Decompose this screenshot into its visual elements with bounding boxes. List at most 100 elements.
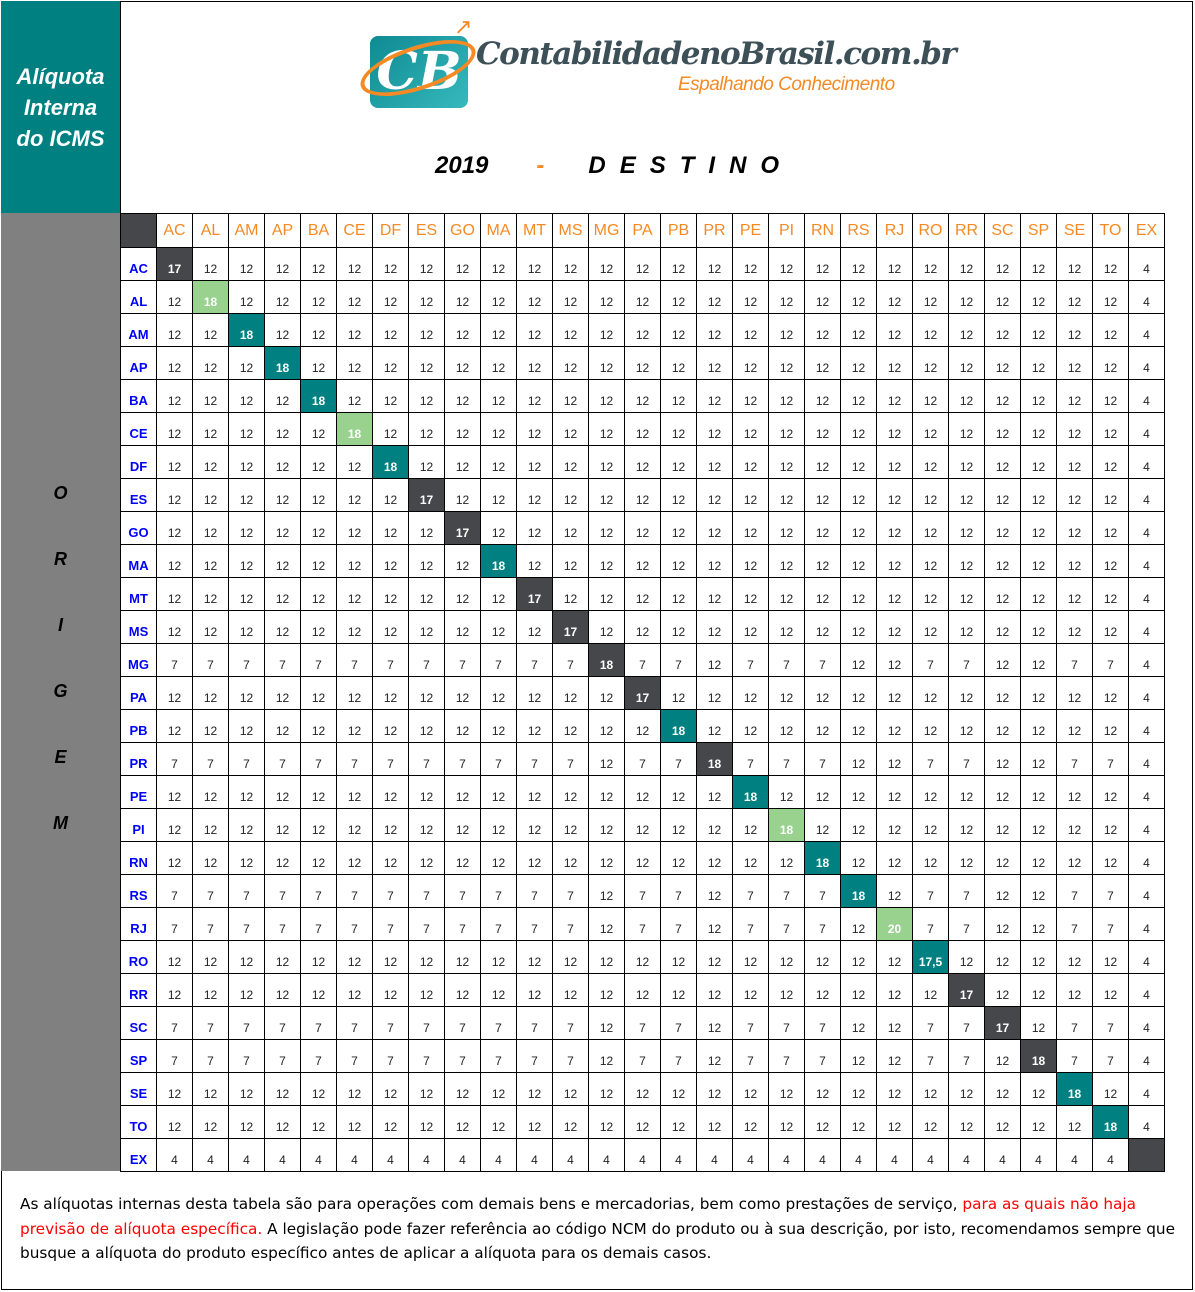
rate-cell: 12 xyxy=(624,1072,661,1106)
row-header-df: DF xyxy=(120,445,157,479)
rate-cell: 12 xyxy=(516,973,553,1007)
rate-cell: 12 xyxy=(480,841,517,875)
table-row: RS 7 7 7 7 7 7 7 7 7 7 7 7 12 7 7 12 7 7 7 18 12 7 7 12 12 7 7 4 xyxy=(120,874,1165,908)
row-header-rj: RJ xyxy=(120,907,157,941)
rate-cell: 12 xyxy=(588,313,625,347)
rate-cell: 12 xyxy=(768,346,805,380)
rate-cell: 12 xyxy=(768,544,805,578)
rate-cell: 12 xyxy=(372,280,409,314)
rate-cell: 7 xyxy=(192,1039,229,1073)
rate-cell: 12 xyxy=(1056,610,1093,644)
rate-cell: 12 xyxy=(660,379,697,413)
rate-cell: 12 xyxy=(408,940,445,974)
rate-cell: 12 xyxy=(264,1072,301,1106)
table-row: BA 12 12 12 12 18 12 12 12 12 12 12 12 12 12 12 12 12 12 12… xyxy=(120,379,1165,413)
rate-cell: 12 xyxy=(732,412,769,446)
rate-cell: 12 xyxy=(588,808,625,842)
rate-cell: 12 xyxy=(588,709,625,743)
rate-cell: 12 xyxy=(588,1072,625,1106)
rate-cell: 12 xyxy=(264,973,301,1007)
rate-cell: 4 xyxy=(1128,577,1165,611)
rate-cell: 12 xyxy=(480,610,517,644)
rate-cell: 12 xyxy=(264,610,301,644)
rate-cell: 12 xyxy=(912,973,949,1007)
rate-cell: 12 xyxy=(876,940,913,974)
rate-cell: 12 xyxy=(516,280,553,314)
rate-cell: 12 xyxy=(768,313,805,347)
rate-cell: 7 xyxy=(768,742,805,776)
heading-destination: DESTINO xyxy=(588,152,794,179)
internal-rate-cell: 17,5 xyxy=(912,940,949,974)
rate-cell: 12 xyxy=(228,379,265,413)
rate-cell: 12 xyxy=(480,973,517,1007)
rate-cell: 12 xyxy=(336,676,373,710)
rate-cell: 12 xyxy=(336,709,373,743)
rate-cell: 12 xyxy=(1056,973,1093,1007)
rate-cell: 12 xyxy=(660,412,697,446)
rate-cell: 12 xyxy=(984,412,1021,446)
rate-cell: 12 xyxy=(804,511,841,545)
internal-rate-cell: 18 xyxy=(804,841,841,875)
rate-cell: 12 xyxy=(192,544,229,578)
rate-cell: 12 xyxy=(516,676,553,710)
rate-cell: 7 xyxy=(516,742,553,776)
row-header-ap: AP xyxy=(120,346,157,380)
rate-cell: 4 xyxy=(984,1138,1021,1172)
rate-cell: 12 xyxy=(624,973,661,1007)
rate-cell: 7 xyxy=(444,742,481,776)
rate-cell: 12 xyxy=(876,1105,913,1139)
rate-cell: 12 xyxy=(444,445,481,479)
rate-cell: 12 xyxy=(804,676,841,710)
rate-cell: 7 xyxy=(768,907,805,941)
rate-cell: 4 xyxy=(768,1138,805,1172)
rate-cell: 7 xyxy=(552,742,589,776)
rate-cell: 4 xyxy=(912,1138,949,1172)
rate-cell: 4 xyxy=(372,1138,409,1172)
rate-cell: 12 xyxy=(984,280,1021,314)
rate-cell: 12 xyxy=(840,280,877,314)
rate-cell: 12 xyxy=(948,940,985,974)
row-header-pa: PA xyxy=(120,676,157,710)
rate-cell: 7 xyxy=(804,1039,841,1073)
rate-cell: 12 xyxy=(624,544,661,578)
rate-cell: 12 xyxy=(1020,280,1057,314)
rate-cell: 12 xyxy=(156,511,193,545)
rate-cell: 4 xyxy=(156,1138,193,1172)
internal-rate-cell: 17 xyxy=(624,676,661,710)
rate-cell: 12 xyxy=(876,511,913,545)
column-header-to: TO xyxy=(1092,213,1129,248)
rate-cell: 12 xyxy=(1092,511,1129,545)
rate-cell: 4 xyxy=(1128,742,1165,776)
rate-cell: 12 xyxy=(516,775,553,809)
rate-cell: 7 xyxy=(768,874,805,908)
rate-cell: 4 xyxy=(1128,940,1165,974)
internal-rate-cell: 18 xyxy=(660,709,697,743)
rate-cell: 4 xyxy=(1128,478,1165,512)
rate-cell: 12 xyxy=(156,841,193,875)
rate-cell: 12 xyxy=(588,973,625,1007)
rate-cell: 7 xyxy=(768,1039,805,1073)
rate-cell: 12 xyxy=(840,808,877,842)
rate-cell: 12 xyxy=(1092,478,1129,512)
rate-cell: 12 xyxy=(1092,379,1129,413)
rate-cell: 12 xyxy=(408,511,445,545)
rate-cell: 12 xyxy=(1056,412,1093,446)
rate-cell: 7 xyxy=(336,1006,373,1040)
rate-cell: 7 xyxy=(264,1006,301,1040)
rate-cell: 12 xyxy=(444,1105,481,1139)
rate-cell: 12 xyxy=(552,346,589,380)
rate-cell: 7 xyxy=(264,742,301,776)
rate-cell: 12 xyxy=(912,313,949,347)
rate-cell: 12 xyxy=(408,544,445,578)
rate-cell: 12 xyxy=(876,379,913,413)
rate-cell: 12 xyxy=(372,1072,409,1106)
rate-cell: 12 xyxy=(732,808,769,842)
rate-cell: 7 xyxy=(156,907,193,941)
rate-cell: 7 xyxy=(660,643,697,677)
rate-cell: 12 xyxy=(588,610,625,644)
rate-cell: 12 xyxy=(768,775,805,809)
rate-cell: 12 xyxy=(804,973,841,1007)
rate-cell: 12 xyxy=(660,313,697,347)
rate-cell: 12 xyxy=(732,445,769,479)
rate-cell: 4 xyxy=(948,1138,985,1172)
